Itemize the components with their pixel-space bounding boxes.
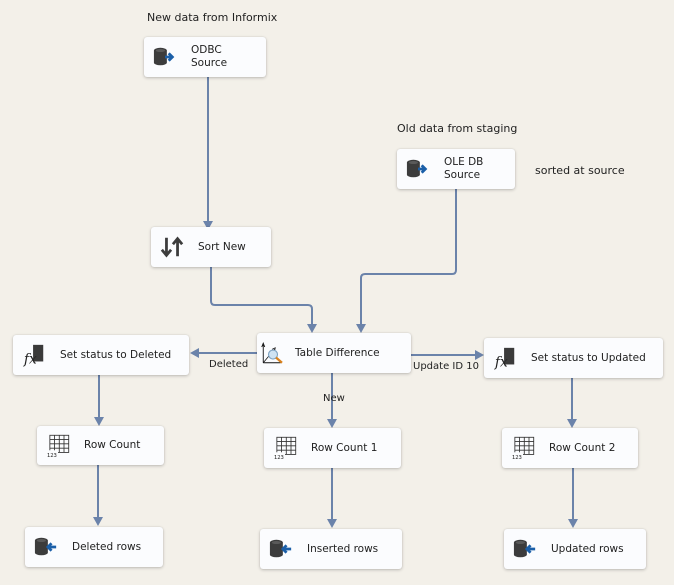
node-label: Row Count xyxy=(84,439,141,451)
node-label: Set status to Deleted xyxy=(60,348,172,361)
node-inserted-rows[interactable]: Inserted rows xyxy=(260,529,402,569)
annotation-new-data: New data from Informix xyxy=(147,11,278,24)
sort-icon xyxy=(160,235,184,259)
node-label: Row Count 2 xyxy=(549,441,616,454)
node-table-difference[interactable]: Table Difference xyxy=(257,333,411,373)
path-label-new: New xyxy=(323,393,345,404)
arrowhead xyxy=(327,519,337,528)
node-row-count[interactable]: 123 Row Count xyxy=(37,426,164,465)
table-difference-icon xyxy=(261,341,285,365)
arrowhead xyxy=(567,419,577,428)
arrowhead xyxy=(475,350,484,360)
row-count-icon: 123 xyxy=(273,436,297,461)
node-label: OLE DB Source xyxy=(444,156,484,181)
node-label: Deleted rows xyxy=(72,540,142,553)
node-set-status-deleted[interactable]: fx Set status to Deleted xyxy=(13,335,189,375)
node-label: ODBC Source xyxy=(191,44,228,69)
node-deleted-rows[interactable]: Deleted rows xyxy=(25,527,163,567)
destination-database-icon xyxy=(513,537,537,561)
destination-database-icon xyxy=(34,535,58,559)
svg-text:fx: fx xyxy=(23,351,37,367)
node-label: Row Count 1 xyxy=(311,441,378,454)
path-label-update: Update ID 10 xyxy=(413,361,479,372)
annotation-old-data: Old data from staging xyxy=(397,122,518,135)
path-sort-to-table-difference[interactable] xyxy=(210,267,313,325)
row-count-icon: 123 xyxy=(46,434,70,459)
node-label: Set status to Updated xyxy=(531,351,646,364)
node-row-count-2[interactable]: 123 Row Count 2 xyxy=(502,428,638,468)
node-label: Updated rows xyxy=(551,542,624,555)
arrowhead xyxy=(327,419,337,428)
annotation-sorted: sorted at source xyxy=(535,164,625,177)
arrowhead xyxy=(356,324,366,333)
svg-text:123: 123 xyxy=(47,453,57,459)
node-set-status-updated[interactable]: fx Set status to Updated xyxy=(484,338,663,378)
derived-column-icon: fx xyxy=(22,343,46,367)
node-updated-rows[interactable]: Updated rows xyxy=(504,529,646,569)
svg-text:fx: fx xyxy=(494,354,508,370)
arrowhead xyxy=(190,348,199,358)
derived-column-icon: fx xyxy=(493,346,517,370)
arrowhead xyxy=(94,417,104,426)
node-sort-new[interactable]: Sort New xyxy=(151,227,271,267)
svg-text:123: 123 xyxy=(512,455,522,461)
node-row-count-1[interactable]: 123 Row Count 1 xyxy=(264,428,401,468)
source-database-icon xyxy=(153,45,177,69)
path-oledb-to-table-difference[interactable] xyxy=(360,189,457,325)
row-count-icon: 123 xyxy=(511,436,535,461)
arrowhead xyxy=(568,519,578,528)
data-flow-connectors xyxy=(93,77,578,528)
node-odbc-source[interactable]: ODBC Source xyxy=(144,37,266,77)
arrowhead xyxy=(93,517,103,526)
node-label: Table Difference xyxy=(295,346,380,359)
arrowhead xyxy=(307,324,317,333)
path-label-deleted: Deleted xyxy=(209,359,249,370)
source-database-icon xyxy=(406,157,430,181)
node-label: Sort New xyxy=(198,240,246,253)
node-oledb-source[interactable]: OLE DB Source xyxy=(397,149,515,189)
destination-database-icon xyxy=(269,537,293,561)
node-label: Inserted rows xyxy=(307,542,379,555)
svg-text:123: 123 xyxy=(274,455,284,461)
